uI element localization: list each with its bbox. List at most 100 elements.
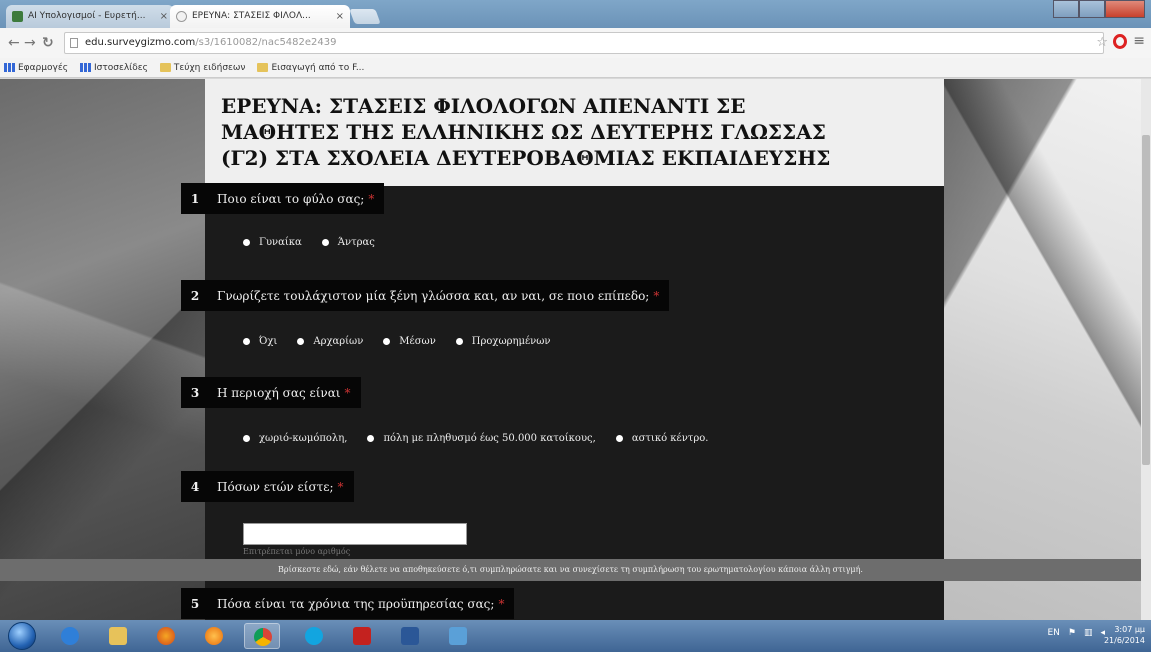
radio-button[interactable] — [243, 239, 250, 246]
back-arrow-icon[interactable]: ← — [8, 35, 20, 51]
question-5-header: 5 Πόσα είναι τα χρόνια της προϋπηρεσίας … — [181, 588, 515, 619]
background-image-left — [0, 79, 205, 620]
forward-arrow-icon[interactable]: → — [24, 35, 36, 51]
language-indicator[interactable]: EN — [1047, 628, 1059, 638]
question-3-options: χωριό-κωμόπολη, πόλη με πληθυσμό έως 50.… — [243, 433, 708, 444]
question-number: 4 — [190, 479, 200, 494]
question-label: Η περιοχή σας είναι — [217, 385, 341, 400]
flag-icon[interactable]: ⚑ — [1068, 628, 1076, 638]
required-marker: * — [498, 596, 505, 611]
bookmark-star-icon[interactable]: ☆ — [1096, 35, 1108, 50]
menu-icon[interactable]: ≡ — [1133, 33, 1145, 49]
taskbar-firefox[interactable] — [148, 623, 184, 649]
question-number: 1 — [190, 191, 200, 206]
address-bar[interactable]: edu.surveygizmo.com/s3/1610082/nac5482e2… — [64, 32, 1104, 54]
required-marker: * — [368, 191, 375, 206]
reload-icon[interactable]: ↻ — [42, 35, 54, 51]
radio-button[interactable] — [243, 435, 250, 442]
bookmark-label: Εισαγωγή από το F... — [271, 62, 365, 73]
acrobat-icon — [353, 627, 371, 645]
new-tab-button[interactable] — [349, 9, 381, 24]
taskbar-clock[interactable]: 3:07 μμ 21/6/2014 — [1104, 624, 1145, 646]
folder-icon — [257, 63, 269, 72]
question-1-header: 1 Ποιο είναι το φύλο σας; * — [181, 183, 385, 214]
ie-icon — [61, 627, 79, 645]
clock-date: 21/6/2014 — [1103, 636, 1145, 645]
taskbar-ie[interactable] — [52, 623, 88, 649]
explorer-icon — [109, 627, 127, 645]
bookmark-sites[interactable]: Ιστοσελίδες — [79, 63, 148, 73]
radio-button[interactable] — [367, 435, 375, 442]
question-text: Ποιο είναι το φύλο σας; * — [209, 192, 384, 206]
radio-button[interactable] — [383, 338, 391, 345]
network-icon[interactable]: ▥ — [1084, 628, 1093, 638]
save-continue-banner[interactable]: Βρίσκεστε εδώ, εάν θέλετε να αποθηκεύσετ… — [0, 559, 1141, 581]
radio-option[interactable]: Γυναίκα — [243, 237, 302, 248]
option-label: Αρχαρίων — [313, 336, 364, 347]
minimize-button[interactable] — [1053, 0, 1079, 18]
option-label: χωριό-κωμόπολη, — [259, 433, 348, 444]
taskbar-paint[interactable] — [440, 623, 476, 649]
paint-icon — [449, 627, 467, 645]
bookmark-apps[interactable]: Εφαρμογές — [4, 63, 68, 73]
taskbar-skype[interactable] — [296, 623, 332, 649]
close-window-button[interactable] — [1104, 0, 1145, 18]
bookmark-folder-imported[interactable]: Εισαγωγή από το F... — [257, 63, 364, 73]
tab-close-icon[interactable]: × — [160, 5, 168, 28]
tab-favicon-icon — [12, 11, 23, 22]
survey-title-line: (Γ2) ΣΤΑ ΣΧΟΛΕΙΑ ΔΕΥΤΕΡΟΒΑΘΜΙΑΣ ΕΚΠΑΙΔΕΥ… — [221, 146, 831, 170]
media-player-icon — [205, 627, 223, 645]
radio-button[interactable] — [321, 239, 329, 246]
radio-option[interactable]: πόλη με πληθυσμό έως 50.000 κατοίκους, — [367, 433, 596, 444]
question-3-header: 3 Η περιοχή σας είναι * — [181, 377, 361, 408]
radio-option[interactable]: Αρχαρίων — [297, 336, 363, 347]
maximize-button[interactable] — [1078, 0, 1105, 18]
radio-option[interactable]: χωριό-κωμόπολη, — [243, 433, 347, 444]
folder-icon — [159, 63, 171, 72]
radio-button[interactable] — [297, 338, 305, 345]
start-button[interactable] — [8, 622, 36, 650]
radio-option[interactable]: Όχι — [243, 336, 277, 347]
bookmark-folder-news[interactable]: Τεύχη ειδήσεων — [159, 63, 245, 73]
radio-option[interactable]: αστικό κέντρο. — [615, 433, 708, 444]
page-scrollbar[interactable] — [1141, 79, 1151, 620]
survey-title: ΕΡΕΥΝΑ: ΣΤΑΣΕΙΣ ΦΙΛΟΛΟΓΩΝ ΑΠΕΝΑΝΤΙ ΣΕ ΜΑ… — [205, 79, 944, 186]
option-label: Όχι — [259, 336, 278, 347]
taskbar-explorer[interactable] — [100, 623, 136, 649]
question-2-header: 2 Γνωρίζετε τουλάχιστον μία ξένη γλώσσα … — [181, 280, 670, 311]
opera-extension-icon[interactable] — [1113, 34, 1127, 49]
question-label: Γνωρίζετε τουλάχιστον μία ξένη γλώσσα κα… — [217, 288, 650, 303]
scrollbar-thumb[interactable] — [1142, 135, 1150, 465]
skype-icon — [305, 627, 323, 645]
tab-inactive[interactable]: ΑΙ Υπολογισμοί - Ευρετή... × — [6, 5, 174, 28]
question-number: 5 — [190, 596, 200, 611]
radio-option[interactable]: Προχωρημένων — [455, 336, 550, 347]
apps-icon — [4, 63, 15, 72]
tab-title: ΕΡΕΥΝΑ: ΣΤΑΣΕΙΣ ΦΙΛΟΛ... — [192, 11, 311, 21]
question-label: Πόσων ετών είστε; — [217, 479, 334, 494]
question-number: 2 — [190, 288, 200, 303]
required-marker: * — [653, 288, 660, 303]
taskbar-chrome[interactable] — [244, 623, 280, 649]
tab-active[interactable]: ΕΡΕΥΝΑ: ΣΤΑΣΕΙΣ ΦΙΛΟΛ... × — [170, 5, 350, 28]
question-text: Πόσα είναι τα χρόνια της προϋπηρεσίας σα… — [209, 597, 514, 611]
question-1-options: Γυναίκα Άντρας — [243, 237, 375, 248]
option-label: Γυναίκα — [259, 237, 302, 248]
background-image-right — [944, 79, 1151, 620]
url-domain: edu.surveygizmo.com — [85, 37, 196, 48]
taskbar-acrobat[interactable] — [344, 623, 380, 649]
taskbar-media-player[interactable] — [196, 623, 232, 649]
age-input[interactable] — [243, 523, 467, 545]
radio-button[interactable] — [615, 435, 623, 442]
taskbar-word[interactable] — [392, 623, 428, 649]
radio-option[interactable]: Μέσων — [383, 336, 436, 347]
background-fold — [0, 79, 205, 620]
tab-close-icon[interactable]: × — [336, 5, 344, 28]
question-text: Η περιοχή σας είναι * — [209, 386, 361, 400]
window-controls — [1053, 0, 1145, 20]
question-number: 3 — [190, 385, 200, 400]
radio-option[interactable]: Άντρας — [321, 237, 375, 248]
radio-button[interactable] — [455, 338, 463, 345]
survey-title-line: ΕΡΕΥΝΑ: ΣΤΑΣΕΙΣ ΦΙΛΟΛΟΓΩΝ ΑΠΕΝΑΝΤΙ ΣΕ — [221, 94, 746, 118]
radio-button[interactable] — [243, 338, 250, 345]
